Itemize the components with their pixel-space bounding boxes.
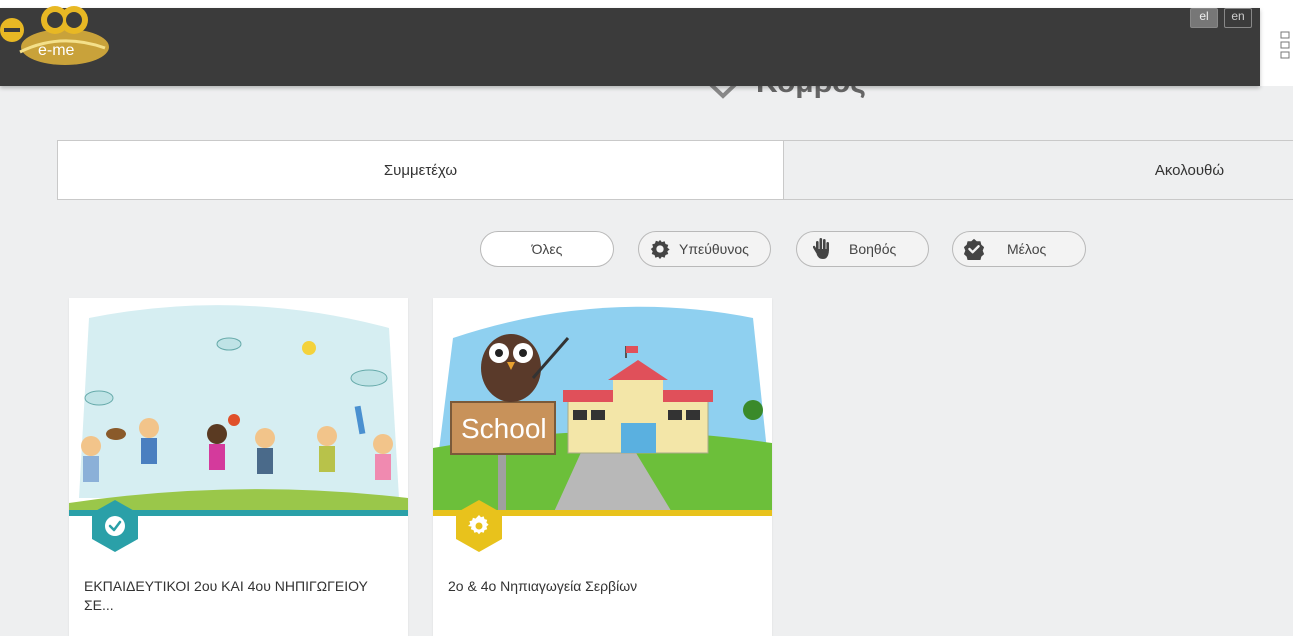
language-switcher: el en <box>1190 8 1252 28</box>
lang-en-button[interactable]: en <box>1224 8 1252 28</box>
check-badge-icon <box>92 500 138 552</box>
filter-helper-button[interactable]: Βοηθός <box>796 231 929 267</box>
top-header: e-me el en <box>0 6 1260 86</box>
svg-text:School: School <box>461 413 547 444</box>
raised-hand-icon <box>813 238 829 259</box>
gear-badge-icon <box>456 500 502 552</box>
sidebar-toggle-icon[interactable] <box>1280 30 1290 60</box>
role-filters: Όλες Υπεύθυνος Βοηθός Μέλος <box>0 231 1293 269</box>
community-card[interactable]: School 2ο & 4ο Νηπιαγωγεία Σερβίων <box>433 298 772 636</box>
community-card[interactable]: ΕΚΠΑΙΔΕΥΤΙΚΟΙ 2ου ΚΑΙ 4ου ΝΗΠΙΓΩΓΕΙΟΥ ΣΕ… <box>69 298 408 636</box>
filter-all-button[interactable]: Όλες <box>480 231 614 267</box>
tab-participate[interactable]: Συμμετέχω <box>58 141 784 199</box>
filter-member-button[interactable]: Μέλος <box>952 231 1086 267</box>
card-title[interactable]: ΕΚΠΑΙΔΕΥΤΙΚΟΙ 2ου ΚΑΙ 4ου ΝΗΠΙΓΩΓΕΙΟΥ ΣΕ… <box>84 577 384 615</box>
card-title[interactable]: 2ο & 4ο Νηπιαγωγεία Σερβίων <box>448 577 748 596</box>
filter-owner-button[interactable]: Υπεύθυνος <box>638 231 771 267</box>
e-me-logo[interactable]: e-me <box>0 2 110 72</box>
school-building-illustration: School <box>433 298 772 514</box>
kids-playing-illustration <box>69 298 408 514</box>
svg-text:e-me: e-me <box>38 42 75 59</box>
top-strip <box>0 0 1293 8</box>
membership-tabs: Συμμετέχω Ακολουθώ <box>57 140 1293 200</box>
tab-follow[interactable]: Ακολουθώ <box>784 141 1293 199</box>
lang-el-button[interactable]: el <box>1190 8 1218 28</box>
check-badge-icon <box>963 238 985 260</box>
gear-icon <box>650 239 670 260</box>
